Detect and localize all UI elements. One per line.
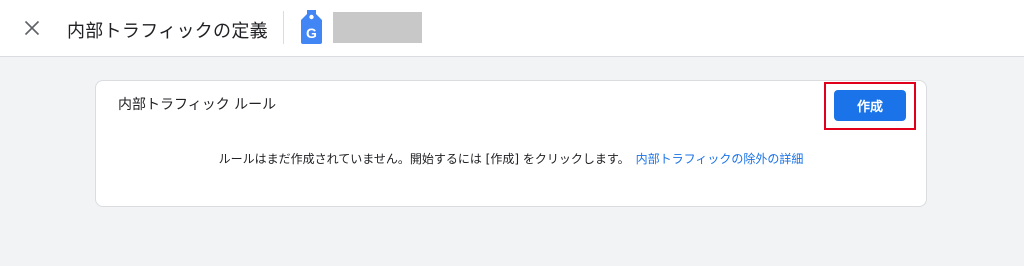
learn-more-link[interactable]: 内部トラフィックの除外の詳細 [636,152,804,166]
close-icon[interactable] [20,16,44,40]
top-bar: 内部トラフィックの定義 G [0,0,1024,57]
title-divider [283,11,284,44]
empty-state-text: ルールはまだ作成されていません。開始するには [作成] をクリックします。 [218,152,630,166]
empty-state-message: ルールはまだ作成されていません。開始するには [作成] をクリックします。 内部ト… [96,150,926,167]
account-name-redacted [333,12,422,43]
internal-traffic-rules-card: 内部トラフィック ルール 作成 ルールはまだ作成されていません。開始するには [… [95,80,927,207]
svg-text:G: G [306,25,317,41]
page-title: 内部トラフィックの定義 [67,21,268,42]
tag-manager-icon: G [298,8,325,46]
card-title: 内部トラフィック ルール [118,97,277,113]
main-content: 内部トラフィック ルール 作成 ルールはまだ作成されていません。開始するには [… [0,57,1024,266]
highlight-annotation: 作成 [824,82,916,130]
create-button[interactable]: 作成 [834,90,906,121]
